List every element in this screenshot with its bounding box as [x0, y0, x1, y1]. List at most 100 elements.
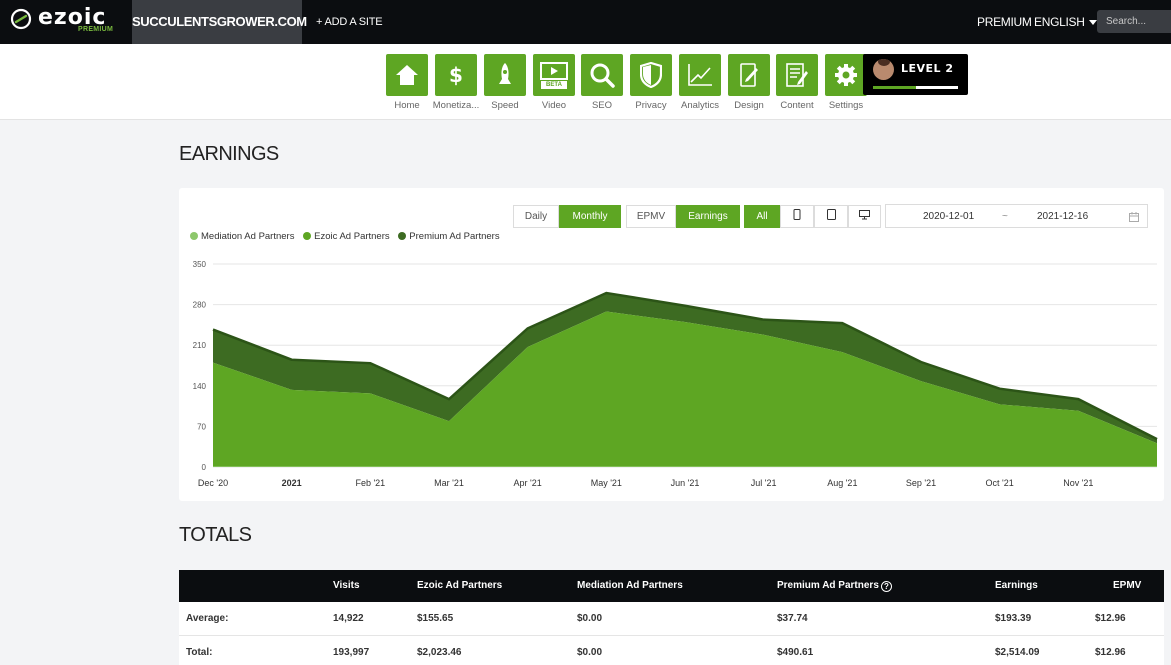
device-desktop-button[interactable] [848, 205, 881, 228]
mobile-icon [793, 209, 801, 220]
legend-item-premium[interactable]: Premium Ad Partners [398, 231, 500, 242]
earnings-chart-card: 0 70 140 210 280 350 Dec '20 2021 Feb '21 Mar '21… [179, 188, 1164, 501]
language-dropdown[interactable]: ENGLISH [1034, 0, 1097, 44]
ezoic-logo[interactable]: ezoic PREMIUM [10, 5, 120, 38]
cell-ezoic: $2,023.46 [417, 647, 462, 658]
cell-premium: $37.74 [777, 613, 808, 624]
video-beta-icon: BETA [533, 54, 575, 96]
cell-premium: $490.61 [777, 647, 814, 658]
chart-legend: Mediation Ad Partners Ezoic Ad Partners … [190, 231, 506, 242]
y-tick-label: 0 [202, 463, 207, 472]
legend-label: Mediation Ad Partners [201, 231, 295, 242]
column-header-epmv: EPMV [1113, 580, 1142, 591]
magnifier-icon [581, 54, 623, 96]
legend-item-mediation[interactable]: Mediation Ad Partners [190, 231, 294, 242]
totals-heading: TOTALS [179, 524, 252, 546]
desktop-icon [859, 210, 870, 220]
legend-label: Ezoic Ad Partners [314, 231, 390, 242]
x-tick-label: May '21 [591, 478, 622, 488]
series-area-mediation [213, 466, 1157, 467]
x-tick-label: Jun '21 [671, 478, 700, 488]
y-tick-label: 210 [193, 341, 207, 350]
x-tick-label: Apr '21 [514, 478, 542, 488]
cell-ezoic: $155.65 [417, 613, 454, 624]
row-label: Average: [186, 613, 229, 624]
x-tick-label: Dec '20 [198, 478, 228, 488]
date-to: 2021-12-16 [1037, 211, 1089, 222]
cell-earnings: $2,514.09 [995, 647, 1040, 658]
x-tick-label: Feb '21 [355, 478, 385, 488]
shield-icon [630, 54, 672, 96]
column-header-visits: Visits [333, 580, 360, 591]
language-label: ENGLISH [1034, 15, 1085, 29]
column-header-ezoic: Ezoic Ad Partners [417, 580, 503, 591]
legend-dot [303, 232, 312, 240]
device-all-button[interactable]: All [744, 205, 780, 228]
level-badge[interactable]: LEVEL 2 [863, 54, 968, 95]
x-tick-label: 2021 [282, 478, 302, 488]
level-progress-bar [873, 86, 958, 89]
monthly-button[interactable]: Monthly [559, 205, 621, 228]
cell-earnings: $193.39 [995, 613, 1032, 624]
x-tick-label: Sep '21 [906, 478, 936, 488]
gear-icon [825, 54, 867, 96]
line-chart-icon [679, 54, 721, 96]
x-tick-label: Nov '21 [1063, 478, 1093, 488]
column-header-mediation: Mediation Ad Partners [577, 580, 683, 591]
app-nav: Home $ Monetiza... Speed BETA Video SEO [0, 44, 1171, 120]
date-separator: ~ [1002, 211, 1008, 222]
premium-link[interactable]: PREMIUM [977, 0, 1032, 44]
svg-text:$: $ [449, 63, 463, 87]
home-icon [386, 54, 428, 96]
ezoic-logo-icon [10, 8, 32, 30]
device-tablet-button[interactable] [814, 205, 848, 228]
row-label: Total: [186, 647, 213, 658]
y-tick-label: 350 [193, 260, 207, 269]
nav-label: Settings [828, 100, 864, 111]
device-mobile-button[interactable] [780, 205, 814, 228]
earnings-heading: EARNINGS [179, 143, 279, 165]
y-tick-label: 70 [197, 422, 206, 431]
date-from: 2020-12-01 [923, 211, 975, 222]
column-header-premium: Premium Ad Partners? [777, 570, 892, 602]
content-icon [776, 54, 818, 96]
daily-button[interactable]: Daily [513, 205, 559, 228]
rocket-icon [484, 54, 526, 96]
table-row: Total: 193,997 $2,023.46 $0.00 $490.61 $… [179, 636, 1164, 665]
cell-visits: 14,922 [333, 613, 364, 624]
y-tick-label: 140 [193, 382, 207, 391]
table-header-row: Visits Ezoic Ad Partners Mediation Ad Pa… [179, 570, 1164, 602]
beta-badge: BETA [546, 82, 562, 88]
avatar [873, 59, 894, 80]
column-header-earnings: Earnings [995, 580, 1038, 591]
help-icon[interactable]: ? [880, 581, 892, 592]
y-tick-label: 280 [193, 301, 207, 310]
legend-item-ezoic[interactable]: Ezoic Ad Partners [303, 231, 390, 242]
design-icon [728, 54, 770, 96]
x-tick-label: Mar '21 [434, 478, 464, 488]
level-label: LEVEL 2 [901, 62, 954, 75]
tablet-icon [826, 209, 836, 220]
epmv-button[interactable]: EPMV [626, 205, 676, 228]
cell-epmv: $12.96 [1095, 613, 1126, 624]
level-progress-fill [873, 86, 916, 89]
x-tick-label: Aug '21 [827, 478, 857, 488]
cell-mediation: $0.00 [577, 613, 603, 624]
legend-dot [190, 232, 198, 240]
column-header-premium-label: Premium Ad Partners [777, 580, 879, 591]
calendar-icon[interactable] [1129, 212, 1139, 222]
earnings-button[interactable]: Earnings [676, 205, 740, 228]
add-site-link[interactable]: + ADD A SITE [316, 0, 383, 44]
cell-visits: 193,997 [333, 647, 370, 658]
legend-label: Premium Ad Partners [409, 231, 500, 242]
search-input[interactable] [1097, 10, 1171, 33]
x-tick-label: Jul '21 [751, 478, 777, 488]
cell-epmv: $12.96 [1095, 647, 1126, 658]
logo-subtitle: PREMIUM [78, 26, 114, 33]
x-tick-label: Oct '21 [986, 478, 1014, 488]
table-row: Average: 14,922 $155.65 $0.00 $37.74 $19… [179, 602, 1164, 636]
date-range-picker[interactable]: 2020-12-01 ~ 2021-12-16 [885, 204, 1148, 228]
site-selector[interactable]: SUCCULENTSGROWER.COM [132, 0, 307, 44]
legend-dot [398, 232, 407, 240]
dollar-icon: $ [435, 54, 477, 96]
